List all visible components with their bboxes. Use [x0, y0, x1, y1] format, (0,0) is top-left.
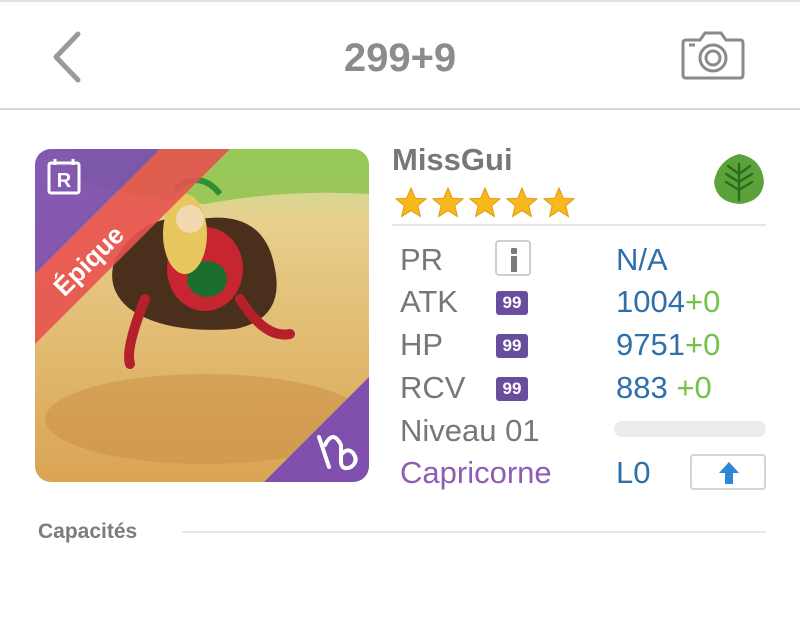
star-rating	[394, 186, 576, 220]
stat-label: RCV	[400, 370, 466, 405]
zodiac-level: L0	[616, 455, 651, 490]
zodiac-label[interactable]: Capricorne	[400, 455, 552, 491]
plus-badge[interactable]: 99	[496, 334, 528, 358]
stat-label: PR	[400, 242, 444, 277]
nav-divider	[0, 108, 800, 110]
plus-badge[interactable]: 99	[496, 377, 528, 401]
stat-value: 883 +0	[616, 370, 712, 405]
stat-label: ATK	[400, 284, 458, 319]
level-label: Niveau 01	[400, 413, 540, 448]
plus-badge[interactable]: 99	[496, 291, 528, 315]
svg-text:R: R	[57, 170, 72, 192]
info-icon	[511, 248, 517, 254]
monster-portrait-card[interactable]: Épique R	[35, 149, 369, 482]
star-icon	[431, 186, 465, 220]
screenshot-button[interactable]	[680, 28, 746, 82]
leaf-icon	[714, 154, 764, 204]
star-icon	[394, 186, 428, 220]
upgrade-button[interactable]	[690, 454, 766, 490]
monster-name: MissGui	[392, 142, 513, 177]
level-progress-bar	[614, 421, 766, 437]
star-icon	[468, 186, 502, 220]
section-title-capacites: Capacités	[38, 520, 138, 543]
camera-icon	[681, 31, 745, 80]
info-button[interactable]	[495, 240, 531, 276]
section-divider	[182, 531, 766, 533]
star-icon	[505, 186, 539, 220]
stat-value: N/A	[616, 242, 668, 277]
name-divider	[392, 224, 766, 226]
stat-value: 1004+0	[616, 284, 721, 319]
stat-value: 9751+0	[616, 327, 721, 362]
stat-label: HP	[400, 327, 444, 362]
arrow-up-icon	[719, 462, 739, 484]
star-icon	[542, 186, 576, 220]
